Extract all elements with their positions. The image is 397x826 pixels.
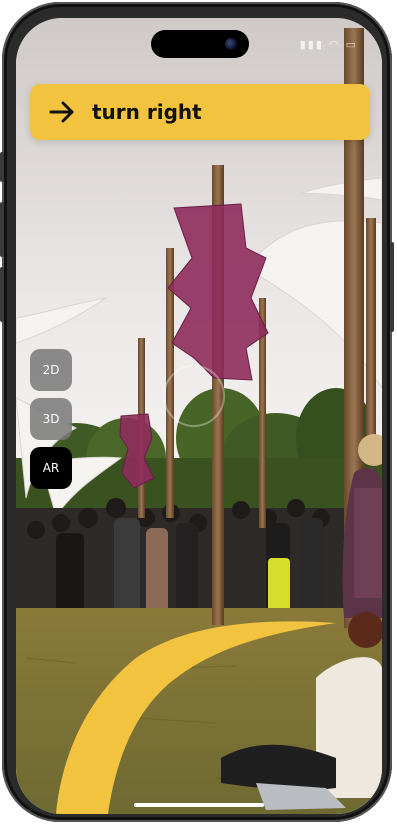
front-camera-icon [225,38,237,50]
arrow-right-icon [49,101,74,123]
view-mode-2d-button[interactable]: 2D [30,349,72,391]
navigation-instruction-banner: turn right [30,84,370,140]
phone-frame: ▮▮▮ ◠ ▭ turn right 2D 3D AR [0,2,394,822]
volume-button [0,152,4,182]
view-mode-3d-button[interactable]: 3D [30,398,72,440]
view-mode-ar-button[interactable]: AR [30,447,72,489]
dynamic-island [151,30,249,58]
ar-camera-view[interactable]: ▮▮▮ ◠ ▭ turn right 2D 3D AR [16,18,382,814]
power-button [390,242,394,332]
volume-up-button [0,202,4,257]
home-indicator[interactable] [134,803,264,807]
volume-down-button [0,267,4,322]
status-bar-icons: ▮▮▮ ◠ ▭ [299,39,358,51]
navigation-instruction-text: turn right [92,100,202,124]
